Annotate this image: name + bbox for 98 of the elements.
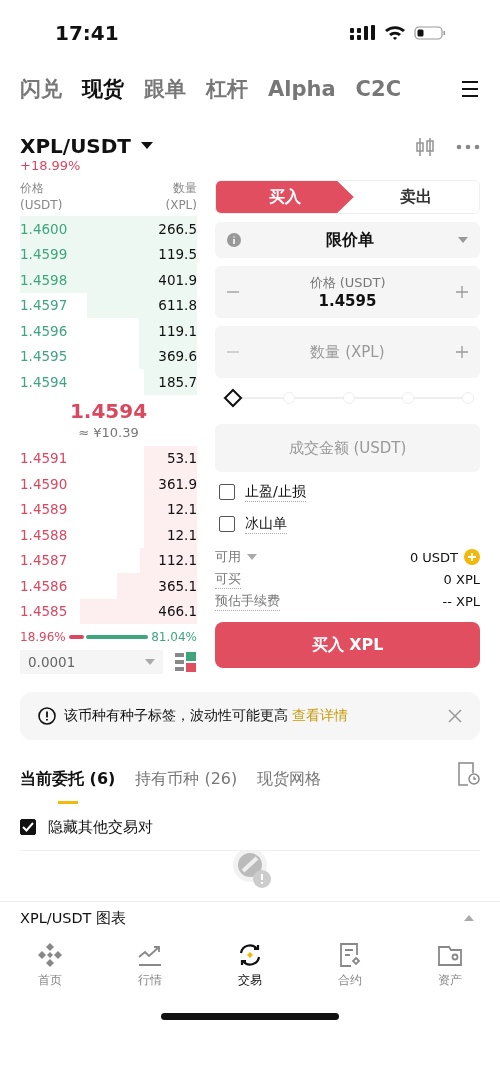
info-value: -- XPL xyxy=(442,593,480,609)
bid-price[interactable]: 1.4586 xyxy=(20,577,68,594)
price-header: 价格 (USDT) xyxy=(20,180,63,214)
top-tab[interactable]: 跟单 xyxy=(144,75,186,103)
checkbox[interactable] xyxy=(219,484,235,500)
price-field[interactable]: 价格 (USDT) 1.4595 xyxy=(215,266,480,318)
ask-quantity: 401.9 xyxy=(158,271,197,288)
status-time: 17:41 xyxy=(55,21,119,45)
ask-price[interactable]: 1.4599 xyxy=(20,246,68,263)
bid-price[interactable]: 1.4591 xyxy=(20,450,68,467)
side-tab[interactable]: 买入 xyxy=(216,181,354,213)
bid-price[interactable]: 1.4587 xyxy=(20,552,68,569)
last-price: 1.4594 xyxy=(68,398,149,423)
info-icon xyxy=(227,233,241,247)
info-value: 0 XPL xyxy=(443,571,480,587)
ask-price[interactable]: 1.4600 xyxy=(20,220,68,237)
checkbox[interactable] xyxy=(20,819,36,835)
bid-quantity: 365.1 xyxy=(158,577,197,594)
ask-price[interactable]: 1.4594 xyxy=(20,373,68,390)
precision-dropdown[interactable]: 0.0001 xyxy=(20,650,163,674)
buy-ratio-bar xyxy=(68,635,84,639)
ask-quantity: 185.7 xyxy=(158,373,197,390)
sell-ratio-bar xyxy=(85,635,149,639)
details-link[interactable]: 查看详情 xyxy=(292,707,349,723)
option-label[interactable]: 冰山单 xyxy=(245,514,287,534)
bid-price[interactable]: 1.4585 xyxy=(20,603,68,620)
order-tab[interactable]: 持有币种 (26) xyxy=(135,762,238,804)
hide-pairs-label[interactable]: 隐藏其他交易对 xyxy=(48,817,153,837)
document-icon xyxy=(337,942,363,968)
bid-quantity: 466.1 xyxy=(158,603,197,620)
plus-icon[interactable] xyxy=(456,346,468,358)
nav-item[interactable]: 首页 xyxy=(10,942,90,989)
slider-handle[interactable] xyxy=(223,388,243,408)
option-label[interactable]: 止盈/止损 xyxy=(245,482,306,502)
buy-button[interactable]: 买入 XPL xyxy=(215,622,480,668)
more-icon[interactable] xyxy=(456,144,480,150)
caret-icon xyxy=(458,237,468,243)
ask-quantity: 119.5 xyxy=(158,246,197,263)
ask-price[interactable]: 1.4598 xyxy=(20,271,68,288)
plus-icon[interactable] xyxy=(456,286,468,298)
top-tab[interactable]: 现货 xyxy=(82,75,124,103)
history-icon[interactable] xyxy=(458,762,480,786)
buy-ratio: 18.96% xyxy=(20,630,66,644)
sell-ratio: 81.04% xyxy=(151,630,197,644)
wifi-icon xyxy=(384,25,406,41)
order-type-dropdown[interactable]: 限价单 xyxy=(215,222,480,258)
ask-quantity: 369.6 xyxy=(158,348,197,365)
ask-price[interactable]: 1.4597 xyxy=(20,297,68,314)
swap-icon xyxy=(237,942,263,968)
bid-quantity: 112.1 xyxy=(158,552,197,569)
top-tab[interactable]: C2C xyxy=(355,77,402,101)
menu-icon[interactable] xyxy=(460,80,480,98)
add-funds-icon[interactable] xyxy=(464,549,480,565)
ask-quantity: 119.1 xyxy=(158,322,197,339)
bid-price[interactable]: 1.4589 xyxy=(20,501,68,518)
order-tab[interactable]: 现货网格 xyxy=(257,762,322,804)
info-label[interactable]: 可用 xyxy=(215,548,257,566)
nav-item[interactable]: 合约 xyxy=(310,942,390,989)
caret-icon xyxy=(247,554,257,560)
caret-icon[interactable] xyxy=(141,142,153,150)
nav-item[interactable]: 交易 xyxy=(210,942,290,989)
quantity-header: 数量 (XPL) xyxy=(165,180,197,214)
top-tab[interactable]: Alpha xyxy=(268,77,336,101)
bid-quantity: 53.1 xyxy=(166,450,197,467)
expand-icon[interactable] xyxy=(464,915,474,921)
bid-price[interactable]: 1.4588 xyxy=(20,526,68,543)
bid-price[interactable]: 1.4590 xyxy=(20,475,68,492)
ask-price[interactable]: 1.4596 xyxy=(20,322,68,339)
bid-quantity: 12.1 xyxy=(166,526,197,543)
ask-quantity: 611.8 xyxy=(158,297,197,314)
nav-item[interactable]: 资产 xyxy=(410,942,490,989)
ask-quantity: 266.5 xyxy=(158,220,197,237)
info-label: 预估手续费 xyxy=(215,591,280,611)
top-tab[interactable]: 闪兑 xyxy=(20,75,62,103)
signal-icon xyxy=(350,25,376,41)
ask-price[interactable]: 1.4595 xyxy=(20,348,68,365)
diamond-icon xyxy=(37,942,63,968)
info-value: 0 USDT xyxy=(409,549,458,565)
warning-icon xyxy=(38,707,56,725)
battery-icon xyxy=(414,25,446,41)
bid-quantity: 12.1 xyxy=(166,501,197,518)
caret-icon xyxy=(145,659,155,665)
bid-quantity: 361.9 xyxy=(158,475,197,492)
fiat-price: ≈ ¥10.39 xyxy=(77,424,140,440)
close-icon[interactable] xyxy=(448,709,462,723)
candlestick-icon[interactable] xyxy=(414,136,436,158)
price-change: +18.99% xyxy=(20,158,82,173)
order-tab[interactable]: 当前委托 (6) xyxy=(20,762,116,804)
total-field[interactable]: 成交金额 (USDT) xyxy=(215,424,480,472)
quantity-field[interactable]: 数量 (XPL) xyxy=(215,326,480,378)
top-tab[interactable]: 杠杆 xyxy=(206,75,248,103)
notice-text: 该币种有种子标签，波动性可能更高 查看详情 xyxy=(64,707,350,725)
info-label: 可买 xyxy=(215,569,241,589)
nav-item[interactable]: 行情 xyxy=(110,942,190,989)
checkbox[interactable] xyxy=(219,516,235,532)
layout-icon[interactable] xyxy=(175,651,197,673)
chart-bar-label[interactable]: XPL/USDT 图表 xyxy=(20,908,127,928)
pair-name[interactable]: XPL/USDT xyxy=(20,134,131,158)
